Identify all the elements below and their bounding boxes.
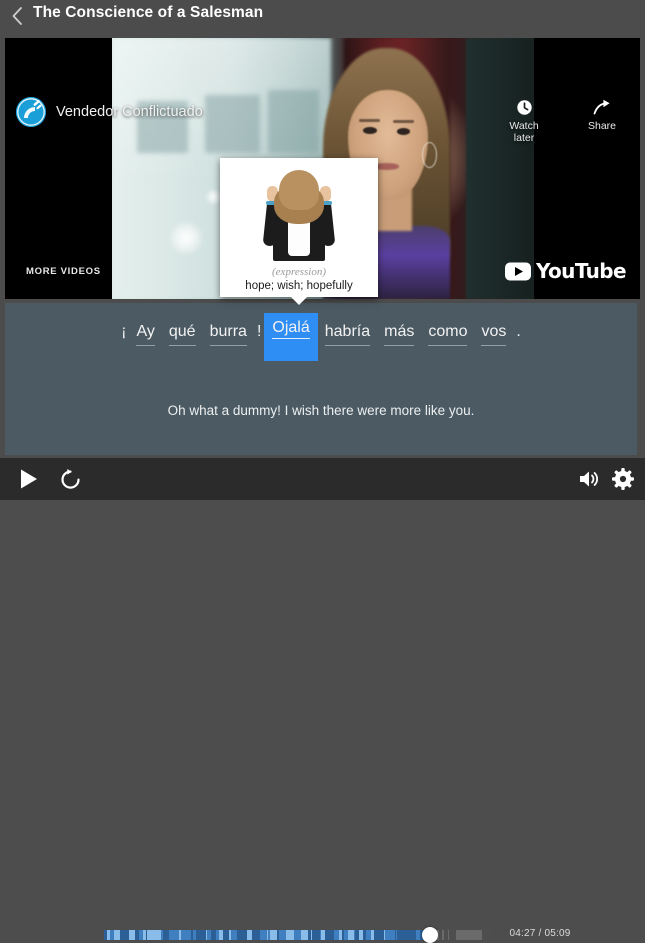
video-subject-brow: [359, 118, 381, 122]
video-subject-eye: [363, 126, 377, 134]
youtube-wordmark: YouTube: [536, 259, 627, 283]
video-subject-earring: [422, 142, 437, 168]
popup-pointer: [290, 296, 308, 305]
subtitle-word[interactable]: Ay: [129, 317, 161, 351]
channel-name: Vendedor Conflictuado: [56, 104, 203, 120]
subtitle-word[interactable]: !: [254, 317, 264, 351]
replay-icon: [60, 468, 80, 489]
subtitle-word-text: .: [516, 323, 521, 340]
subtitle-word-text: !: [256, 323, 262, 340]
play-button[interactable]: [14, 465, 44, 493]
clock-icon: [498, 96, 550, 118]
more-videos-button[interactable]: MORE VIDEOS: [26, 266, 101, 277]
video-top-actions: Watch later Share: [498, 96, 628, 144]
page-title: The Conscience of a Salesman: [33, 4, 264, 21]
subtitle-word-text: Ojalá: [272, 319, 310, 336]
youtube-play-icon: [505, 262, 531, 280]
video-highlight: [166, 220, 205, 255]
video-lesson-screen: The Conscience of a Salesman Vendedor Co…: [0, 0, 645, 943]
share-button[interactable]: Share: [576, 96, 628, 144]
subtitle-word-row: ¡ Ay qué burra! Ojalá habría más como vos.: [5, 313, 637, 361]
volume-icon: [580, 471, 599, 487]
youtube-logo[interactable]: YouTube: [505, 259, 627, 283]
subtitle-word-text: Ay: [136, 323, 155, 340]
gear-icon: [612, 468, 634, 490]
subtitle-word-text: vos: [481, 323, 507, 340]
youtube-wordmark-text: YouTube: [536, 259, 627, 283]
subtitle-word[interactable]: qué: [162, 317, 203, 351]
subtitle-word-text: qué: [168, 323, 196, 340]
subtitle-word-text: como: [428, 323, 468, 340]
crossed-fingers-illustration: [260, 170, 338, 266]
subtitle-panel: ¡ Ay qué burra! Ojalá habría más como vos. Oh wh…: [5, 303, 637, 455]
progress-segment: [487, 930, 492, 940]
video-subject-eye: [396, 128, 411, 135]
subtitle-word[interactable]: habría: [318, 317, 377, 351]
chevron-left-icon: [12, 6, 22, 25]
settings-button[interactable]: [610, 466, 636, 492]
watch-later-label: Watch later: [509, 120, 539, 144]
back-button[interactable]: [2, 0, 32, 31]
subtitle-word-text: burra: [209, 323, 247, 340]
progress-handle[interactable]: [422, 927, 438, 943]
satellite-dish-icon: [16, 97, 46, 127]
subtitle-word-active[interactable]: Ojalá: [264, 313, 318, 361]
replay-button[interactable]: [56, 465, 84, 493]
timecode-label: 04:27 / 05:09: [509, 928, 571, 939]
video-window-panel: [204, 95, 260, 153]
subtitle-word[interactable]: más: [377, 317, 421, 351]
part-of-speech-label: (expression): [272, 266, 326, 278]
video-window-panel: [268, 90, 319, 153]
header-bar: The Conscience of a Salesman: [0, 0, 645, 31]
watch-later-button[interactable]: Watch later: [498, 96, 550, 144]
player-controls: 04:27 / 05:09: [0, 458, 645, 943]
channel-avatar[interactable]: [16, 97, 46, 127]
subtitle-word[interactable]: vos: [474, 317, 513, 351]
video-subject-brow: [393, 119, 415, 123]
subtitle-word[interactable]: ¡: [118, 317, 129, 351]
definition-image: [220, 162, 378, 266]
share-arrow-icon: [576, 96, 628, 118]
channel-info[interactable]: Vendedor Conflictuado: [16, 97, 203, 127]
illustration-hair-top: [279, 170, 319, 210]
dictionary-popup[interactable]: (expression) hope; wish; hopefully: [220, 158, 378, 297]
subtitle-word[interactable]: burra: [203, 317, 254, 351]
share-label: Share: [587, 120, 617, 132]
subtitle-word-text: ¡: [121, 323, 127, 340]
subtitle-word[interactable]: como: [421, 317, 474, 351]
volume-button[interactable]: [576, 466, 604, 492]
translation-text: Oh what a dummy! I wish there were more …: [167, 403, 475, 418]
subtitle-word[interactable]: .: [513, 317, 523, 351]
subtitle-word-text: más: [384, 323, 415, 340]
subtitle-word-text: habría: [324, 323, 371, 340]
progress-bar[interactable]: [104, 927, 492, 943]
definition-text: hope; wish; hopefully: [245, 280, 353, 292]
play-icon: [21, 469, 37, 489]
